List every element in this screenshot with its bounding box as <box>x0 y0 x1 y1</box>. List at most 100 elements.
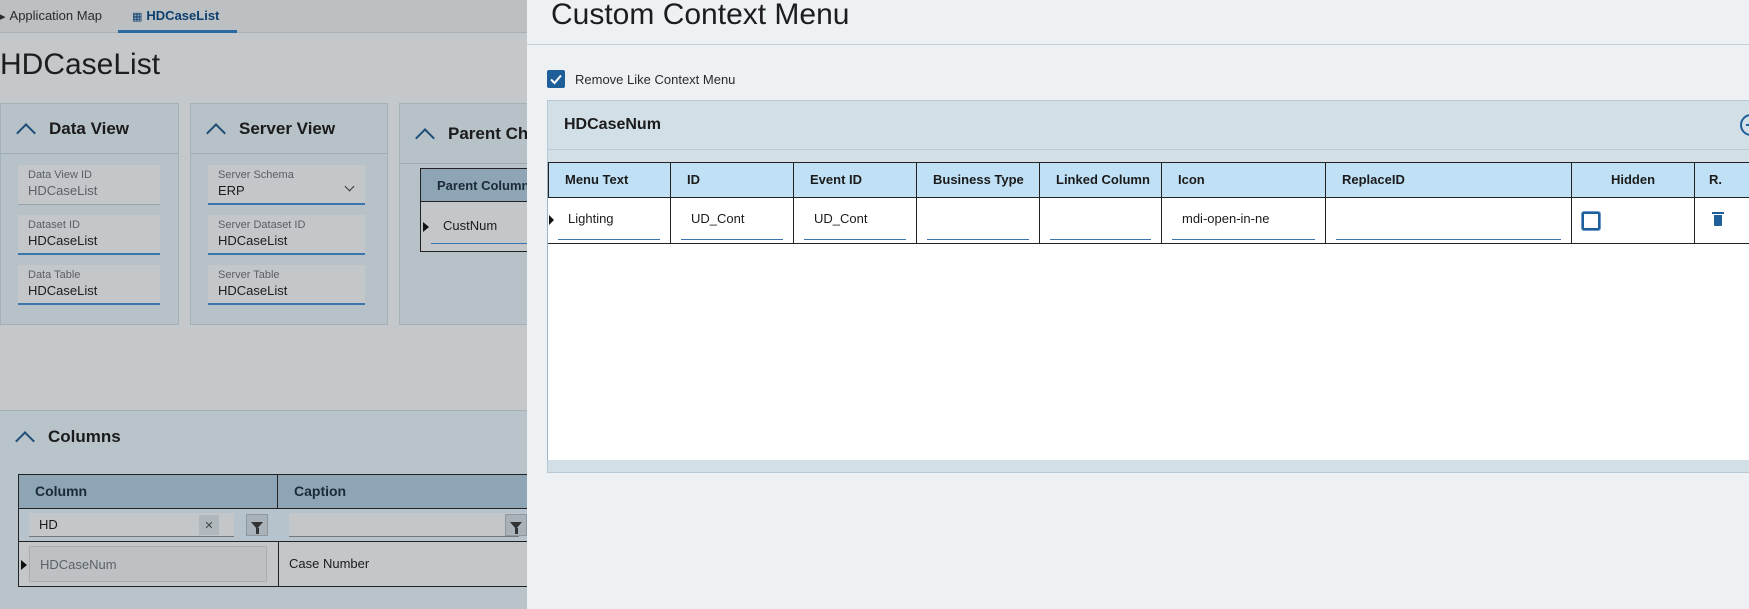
custom-context-menu-dialog: Custom Context Menu Remove Like Context … <box>527 0 1749 609</box>
server-dataset-id-field[interactable]: Server Dataset ID HDCaseList <box>208 215 365 255</box>
context-menu-grid: Menu Text ID Event ID Business Type Link… <box>547 162 1749 460</box>
remove-cell[interactable] <box>1695 198 1749 243</box>
hidden-cell[interactable] <box>1572 198 1695 243</box>
icon-cell[interactable]: mdi-open-in-ne <box>1162 198 1326 243</box>
server-view-header[interactable]: Server View <box>191 104 387 154</box>
group-header: HDCaseNum <box>548 101 1749 150</box>
filter-row: HD ✕ <box>18 509 538 541</box>
field-label: Dataset ID <box>28 219 80 231</box>
cell-underline <box>431 243 530 244</box>
tab-application-map[interactable]: ▸ Application Map <box>0 0 102 33</box>
hidden-checkbox[interactable] <box>1582 212 1600 230</box>
grid-header: Column Caption <box>18 474 538 509</box>
header-hidden[interactable]: Hidden <box>1572 162 1695 198</box>
panel-title: Data View <box>49 118 130 138</box>
server-schema-select[interactable]: Server Schema ERP <box>208 165 365 205</box>
linked-column-cell[interactable] <box>1040 198 1162 243</box>
column-header[interactable]: Parent Column <box>421 169 530 202</box>
data-view-panel: Data View Data View ID HDCaseList Datase… <box>0 103 179 325</box>
event-id-input[interactable]: UD_Cont <box>804 198 906 240</box>
filter-icon[interactable] <box>246 514 268 536</box>
field-label: Server Schema <box>218 169 294 181</box>
header-remove[interactable]: R. <box>1695 162 1749 198</box>
parent-child-panel: Parent Ch Parent Column CustNum <box>399 103 539 325</box>
replace-id-input[interactable] <box>1336 198 1561 240</box>
field-value: ERP <box>218 183 245 198</box>
header-business-type[interactable]: Business Type <box>917 162 1040 198</box>
columns-header[interactable]: Columns <box>0 411 530 463</box>
clear-filter-icon[interactable]: ✕ <box>199 515 219 535</box>
add-circle-icon[interactable] <box>1740 114 1749 136</box>
tab-label: HDCaseList <box>146 8 220 23</box>
field-value: HDCaseList <box>218 233 288 248</box>
panel-title: Parent Ch <box>448 123 529 143</box>
field-label: Data Table <box>28 269 81 281</box>
field-value: HDCaseList <box>28 183 98 198</box>
data-table-field[interactable]: Data Table HDCaseList <box>18 265 160 305</box>
caption-cell[interactable]: Case Number <box>278 542 538 586</box>
field-label: Server Dataset ID <box>218 219 306 231</box>
data-view-id-field: Data View ID HDCaseList <box>18 165 160 205</box>
row-indicator-icon <box>21 560 27 570</box>
checkbox-checked-icon[interactable] <box>547 70 565 88</box>
dataset-id-field[interactable]: Dataset ID HDCaseList <box>18 215 160 255</box>
business-type-input[interactable] <box>927 198 1029 240</box>
linked-column-input[interactable] <box>1050 198 1151 240</box>
filter-icon[interactable] <box>505 514 527 536</box>
divider <box>527 44 1749 45</box>
remove-like-context-menu-option[interactable]: Remove Like Context Menu <box>547 70 735 88</box>
page-title: HDCaseList <box>0 48 161 81</box>
grid-icon: ▦ <box>132 11 143 23</box>
chevron-up-icon[interactable] <box>415 127 435 148</box>
panel-title: Columns <box>48 427 121 446</box>
row-indicator-icon <box>423 222 429 232</box>
data-view-header[interactable]: Data View <box>1 104 178 154</box>
id-cell[interactable]: UD_Cont <box>671 198 794 243</box>
server-view-panel: Server View Server Schema ERP Server Dat… <box>190 103 388 325</box>
filter-value: HD <box>39 517 58 532</box>
icon-input[interactable]: mdi-open-in-ne <box>1172 198 1315 240</box>
dialog-title: Custom Context Menu <box>551 0 850 31</box>
trash-icon[interactable] <box>1712 212 1724 226</box>
field-value: HDCaseList <box>218 283 288 298</box>
caption-header[interactable]: Caption <box>278 475 538 508</box>
replace-id-cell[interactable] <box>1326 198 1572 243</box>
field-value: HDCaseList <box>28 233 98 248</box>
grid-header: Menu Text ID Event ID Business Type Link… <box>548 162 1749 198</box>
checkbox-label: Remove Like Context Menu <box>575 71 736 87</box>
table-row[interactable]: HDCaseNum Case Number <box>18 541 538 587</box>
columns-panel: Columns Column Caption HD ✕ HDCaseNum Ca… <box>0 410 538 609</box>
chevron-up-icon[interactable] <box>16 122 36 143</box>
table-row[interactable]: CustNum <box>421 202 530 252</box>
cell-value: CustNum <box>443 218 498 233</box>
event-id-cell[interactable]: UD_Cont <box>794 198 917 243</box>
parent-child-header[interactable]: Parent Ch <box>400 104 538 164</box>
header-icon[interactable]: Icon <box>1162 162 1326 198</box>
table-row[interactable]: Lighting UD_Cont UD_Cont mdi-open-in-ne <box>548 198 1749 244</box>
id-input[interactable]: UD_Cont <box>681 198 783 240</box>
field-label: Data View ID <box>28 169 92 181</box>
column-cell[interactable]: HDCaseNum <box>29 546 267 582</box>
field-label: Server Table <box>218 269 280 281</box>
group-title: HDCaseNum <box>564 116 661 133</box>
tab-hdcaselist[interactable]: ▦ HDCaseList <box>118 0 238 33</box>
header-id[interactable]: ID <box>671 162 794 198</box>
header-linked-column[interactable]: Linked Column <box>1040 162 1162 198</box>
menu-text-input[interactable]: Lighting <box>558 198 660 240</box>
chevron-up-icon[interactable] <box>206 122 226 143</box>
header-menu-text[interactable]: Menu Text <box>548 162 671 198</box>
header-event-id[interactable]: Event ID <box>794 162 917 198</box>
caption-filter-input[interactable] <box>289 513 519 537</box>
column-header[interactable]: Column <box>19 475 278 508</box>
header-replace-id[interactable]: ReplaceID <box>1326 162 1572 198</box>
columns-grid: Column Caption HD ✕ HDCaseNum Case Numbe… <box>18 474 538 609</box>
tab-label: Application Map <box>9 8 103 23</box>
chevron-up-icon[interactable] <box>15 431 35 451</box>
menu-text-cell[interactable]: Lighting <box>548 198 671 243</box>
parent-column-grid: Parent Column CustNum <box>420 168 530 252</box>
row-indicator-icon <box>549 215 554 225</box>
caret-icon: ▸ <box>0 11 6 23</box>
field-value: HDCaseList <box>28 283 98 298</box>
business-type-cell[interactable] <box>917 198 1040 243</box>
server-table-field[interactable]: Server Table HDCaseList <box>208 265 365 305</box>
